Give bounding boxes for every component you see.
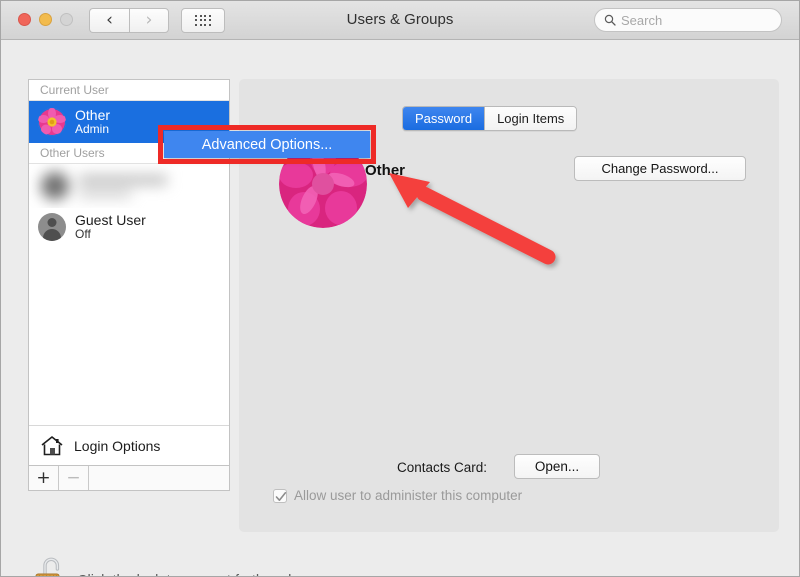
tab-login-items[interactable]: Login Items [484, 107, 576, 130]
lock-footer: Click the lock to prevent further change… [1, 540, 800, 577]
allow-admin-checkbox-row: Allow user to administer this computer [273, 488, 522, 503]
sidebar-user-role: Admin [75, 123, 110, 137]
sidebar-item-redacted-user[interactable] [29, 164, 229, 208]
contacts-card-label: Contacts Card: [397, 460, 487, 475]
annotation-highlight-box [158, 125, 376, 164]
window-titlebar: ‹ › Users & Groups Search [1, 1, 799, 40]
preferences-body: Current User [1, 40, 800, 577]
house-icon [40, 435, 64, 457]
avatar-person-icon [38, 213, 66, 241]
avatar-flower-icon [38, 108, 66, 136]
sidebar-user-name: Other [75, 107, 110, 123]
allow-admin-checkbox [273, 489, 287, 503]
allow-admin-label: Allow user to administer this computer [294, 488, 522, 503]
checkmark-icon [275, 491, 287, 503]
redacted-name-line [79, 175, 167, 185]
search-icon [604, 14, 616, 26]
sidebar-item-text: Other Admin [75, 107, 110, 137]
login-options-label: Login Options [74, 438, 160, 454]
change-password-button[interactable]: Change Password... [574, 156, 746, 181]
tab-password[interactable]: Password [403, 107, 484, 130]
search-field[interactable]: Search [594, 8, 782, 32]
redacted-role-line [79, 190, 131, 198]
unlocked-padlock-icon[interactable] [32, 553, 68, 577]
group-header-current-user: Current User [29, 80, 229, 101]
add-user-button[interactable]: + [29, 466, 59, 490]
sidebar-item-text: Guest User Off [75, 212, 146, 242]
remove-user-button: − [59, 466, 89, 490]
sidebar-item-guest-user[interactable]: Guest User Off [29, 208, 229, 246]
redacted-avatar [41, 172, 69, 200]
sidebar-item-login-options[interactable]: Login Options [29, 425, 229, 465]
search-placeholder: Search [621, 13, 662, 28]
sidebar-user-name: Guest User [75, 212, 146, 228]
account-name: Other [365, 162, 405, 179]
panel-tabs: Password Login Items [402, 106, 577, 131]
sidebar-user-role: Off [75, 228, 146, 242]
open-contacts-card-button[interactable]: Open... [514, 454, 600, 479]
lock-hint-text: Click the lock to prevent further change… [77, 573, 340, 577]
redacted-blur-overlay [29, 164, 229, 208]
add-remove-user-toolbar: + − [28, 466, 230, 491]
users-and-groups-window: ‹ › Users & Groups Search Current User [0, 0, 800, 577]
